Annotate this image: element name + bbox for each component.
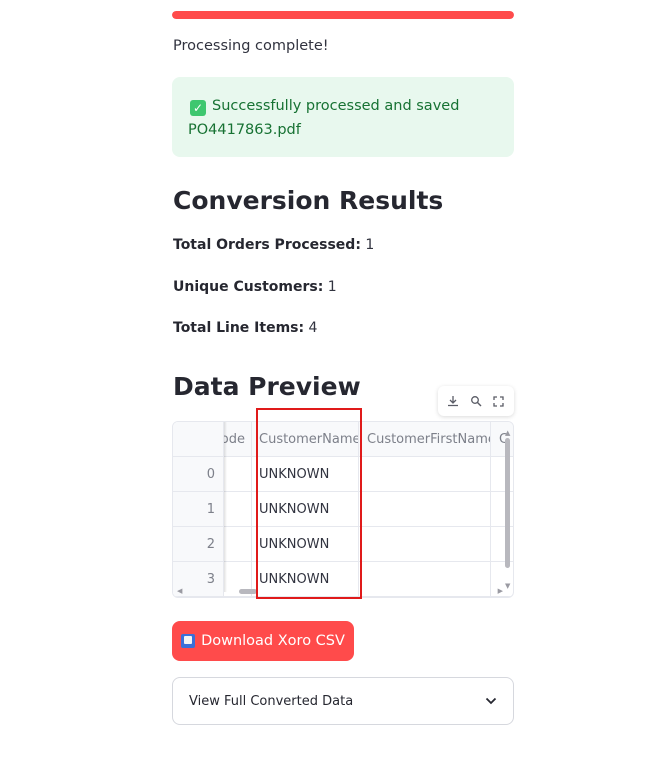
table-cell[interactable]	[224, 527, 252, 561]
table-cell-customer-first-name[interactable]	[359, 527, 491, 561]
stat-unique-customers: Unique Customers: 1	[173, 279, 337, 295]
pinned-column-shadow	[224, 422, 227, 592]
progress-bar	[172, 11, 514, 19]
fullscreen-icon[interactable]	[491, 393, 507, 409]
book-icon	[181, 634, 196, 648]
table-cell-customer-name[interactable]: UNKNOWN	[252, 527, 359, 561]
stat-total-line-items: Total Line Items: 4	[173, 320, 317, 336]
vertical-scroll-thumb[interactable]	[505, 438, 510, 568]
data-preview-heading: Data Preview	[173, 372, 361, 401]
chevron-down-icon	[485, 694, 497, 709]
row-index: 2	[173, 527, 224, 561]
table-cell-customer-first-name[interactable]	[359, 457, 491, 491]
scroll-right-arrow-icon[interactable]: ▶	[498, 588, 503, 595]
download-xoro-csv-button[interactable]: Download Xoro CSV	[172, 621, 354, 661]
stat-total-orders: Total Orders Processed: 1	[173, 237, 374, 253]
data-preview-table[interactable]: ode CustomerName CustomerFirstName C 0 U…	[172, 421, 514, 598]
check-mark-icon: ✓	[190, 100, 206, 116]
stat-value: 4	[308, 320, 318, 336]
table-cell-customer-name[interactable]: UNKNOWN	[252, 457, 359, 491]
success-message-line2: PO4417863.pdf	[188, 122, 301, 138]
table-cell-customer-name[interactable]: UNKNOWN	[252, 492, 359, 526]
status-text: Processing complete!	[173, 38, 329, 54]
success-alert: ✓ Successfully processed and saved PO4417…	[172, 77, 514, 157]
view-full-data-expander[interactable]: View Full Converted Data	[172, 677, 514, 725]
progress-bar-fill	[172, 11, 514, 19]
download-icon[interactable]	[445, 393, 461, 409]
stat-value: 1	[327, 279, 337, 295]
table-cell[interactable]	[224, 457, 252, 491]
horizontal-scrollbar[interactable]: ◀ ▶	[177, 588, 503, 595]
stat-label: Total Orders Processed:	[173, 237, 361, 253]
search-icon[interactable]	[468, 393, 484, 409]
column-header-customer-name[interactable]: CustomerName	[252, 422, 359, 456]
horizontal-scroll-thumb[interactable]	[239, 589, 257, 594]
stat-label: Unique Customers:	[173, 279, 324, 295]
stat-label: Total Line Items:	[173, 320, 305, 336]
scroll-down-arrow-icon[interactable]: ▼	[505, 583, 510, 590]
download-button-label: Download Xoro CSV	[201, 633, 345, 649]
row-index: 1	[173, 492, 224, 526]
success-message-line1: Successfully processed and saved	[212, 98, 460, 114]
scroll-left-arrow-icon[interactable]: ◀	[177, 588, 182, 595]
vertical-scrollbar[interactable]: ▲ ▼	[504, 430, 511, 590]
dataframe-toolbar	[438, 386, 514, 416]
scroll-up-arrow-icon[interactable]: ▲	[505, 430, 510, 437]
column-header-customer-first-name[interactable]: CustomerFirstName	[359, 422, 491, 456]
index-header	[173, 422, 224, 456]
column-header[interactable]: ode	[224, 422, 252, 456]
table-cell-customer-first-name[interactable]	[359, 492, 491, 526]
stat-value: 1	[365, 237, 375, 253]
conversion-results-heading: Conversion Results	[173, 186, 444, 215]
table-cell[interactable]	[224, 492, 252, 526]
expander-label: View Full Converted Data	[189, 693, 354, 709]
row-index: 0	[173, 457, 224, 491]
